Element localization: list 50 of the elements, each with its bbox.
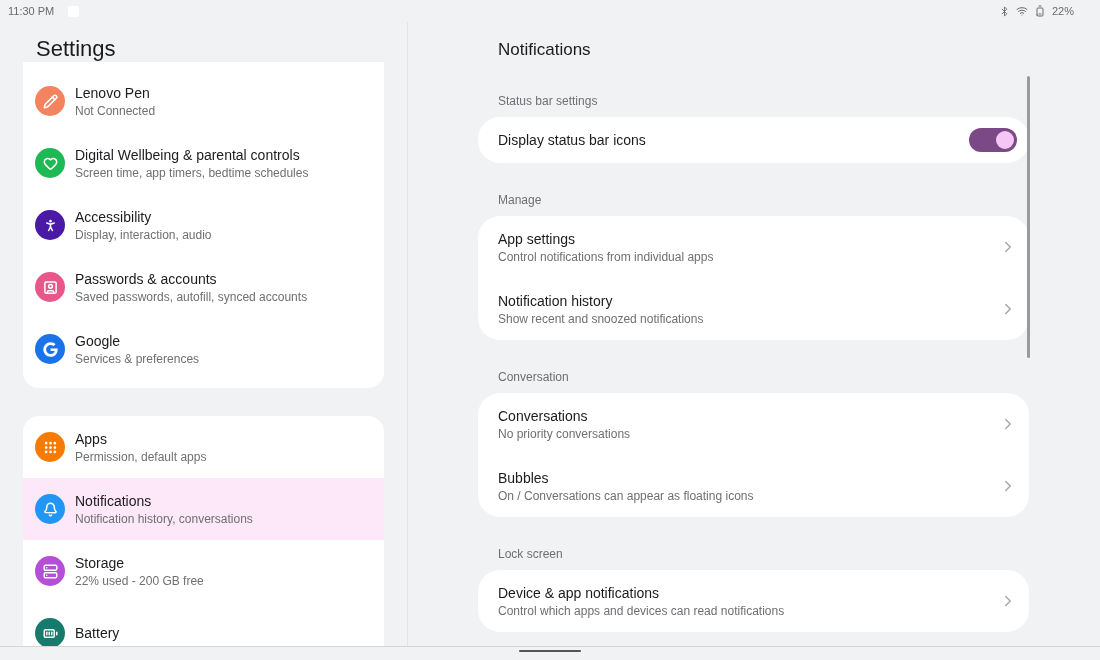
item-title: Lenovo Pen [75,84,151,101]
settings-item[interactable]: Digital Wellbeing & parental controls Screen time, app timers, bedtime schedules [23,132,384,194]
section-header: Lock screen [497,546,564,563]
section-header: Manage [497,192,543,209]
settings-item[interactable]: Notifications Notification history, conversations [23,478,384,540]
item-subtitle: 22% used - 200 GB free [75,573,204,588]
battery-icon [1033,5,1046,17]
page-title: Notifications [497,39,592,61]
item-subtitle: Services & preferences [75,351,200,366]
battery-percent: 22% [1051,5,1074,17]
item-subtitle: Screen time, app timers, bedtime schedules [75,165,309,180]
item-subtitle: Notification history, conversations [75,511,253,526]
setting-subtitle: No priority conversations [498,426,631,441]
item-title: Digital Wellbeing & parental controls [75,146,301,163]
settings-item[interactable]: Battery [23,602,384,646]
item-title: Google [75,332,122,349]
item-title: Apps [75,430,108,447]
toggle-switch[interactable] [969,128,1017,152]
setting-title: App settings [498,230,577,247]
setting-subtitle: Show recent and snoozed notifications [498,311,704,326]
setting-title: Notification history [498,292,614,309]
setting-subtitle: On / Conversations can appear as floating icons [498,488,754,503]
settings-item[interactable]: Lenovo Pen Not Connected [23,70,384,132]
item-title: Accessibility [75,208,153,225]
settings-item[interactable]: Google Services & preferences [23,318,384,380]
setting-title: Conversations [498,407,589,424]
gesture-handle[interactable] [519,649,581,652]
setting-subtitle: Control notifications from individual apps [498,249,714,264]
item-subtitle: Saved passwords, autofill, synced accounts [75,289,308,304]
section-header: Status bar settings [497,93,599,110]
scrollbar[interactable] [1027,76,1030,358]
settings-item[interactable]: Accessibility Display, interaction, audio [23,194,384,256]
item-title: Storage [75,554,126,571]
item-subtitle: Not Connected [75,103,156,118]
item-title: Notifications [75,492,153,509]
section-header: Conversation [497,369,570,386]
setting-subtitle: Control which apps and devices can read notifications [498,603,785,618]
settings-item[interactable]: Storage 22% used - 200 GB free [23,540,384,602]
item-subtitle: Display, interaction, audio [75,227,212,242]
item-title: Passwords & accounts [75,270,218,287]
setting-label: Display status bar icons [498,132,646,148]
settings-item[interactable]: Passwords & accounts Saved passwords, autofill, synced accounts [23,256,384,318]
clock-time: 11:30 PM [8,5,55,17]
wifi-icon [1015,5,1028,17]
setting-title: Bubbles [498,469,550,486]
settings-item[interactable]: Apps Permission, default apps [23,416,384,478]
page-title: Settings [35,35,117,62]
item-title: Battery [75,625,120,641]
item-subtitle: Permission, default apps [75,449,207,464]
setting-title: Device & app notifications [498,584,661,601]
